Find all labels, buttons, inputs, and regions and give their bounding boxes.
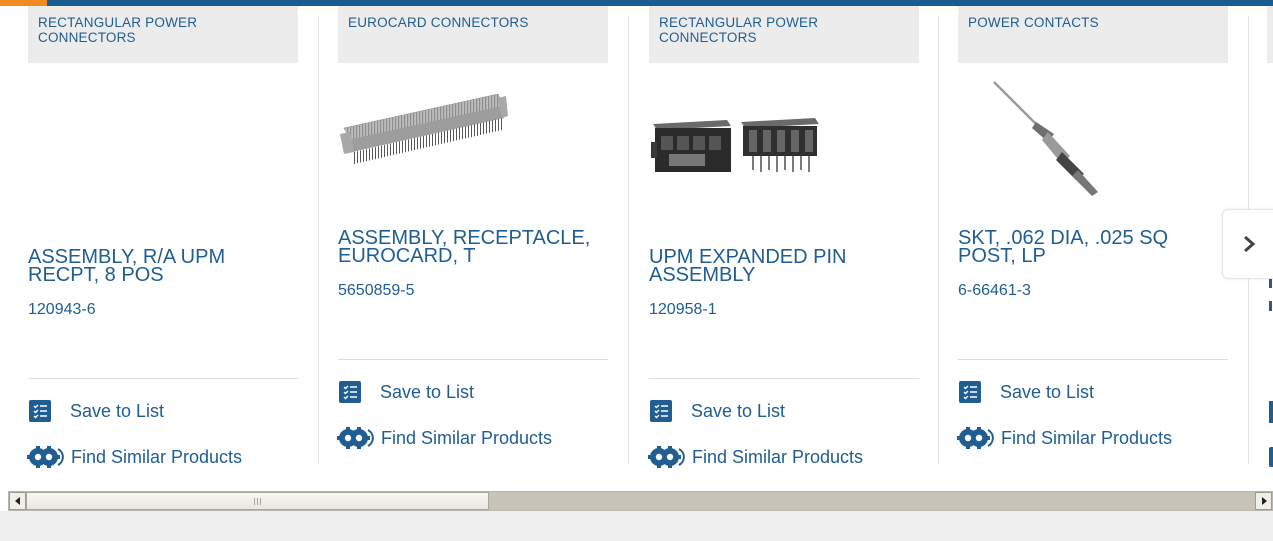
product-image[interactable]: [649, 76, 919, 196]
card-divider: [938, 16, 939, 464]
save-to-list-button[interactable]: Save to List: [649, 400, 785, 422]
product-card: RECTANGULAR POWER CONNECTORS UPM EXPANDE…: [648, 6, 919, 476]
save-to-list-button[interactable]: Save to List: [28, 400, 164, 422]
arrow-left-icon: [14, 497, 20, 505]
scrollbar-thumb[interactable]: [26, 492, 489, 510]
find-similar-button[interactable]: Find Similar Products: [27, 445, 243, 469]
product-carousel: RECTANGULAR POWER CONNECTORS ASSEMBLY, R…: [0, 6, 1273, 486]
checklist-icon: [29, 400, 51, 422]
gears-icon: [27, 446, 64, 468]
checklist-icon: [959, 381, 981, 403]
save-to-list-label: Save to List: [380, 381, 475, 402]
product-category[interactable]: POWER CONTACTS: [958, 6, 1228, 63]
product-image[interactable]: [338, 76, 608, 196]
product-category[interactable]: RECTANGULAR POWER CONNECTORS: [28, 6, 298, 63]
socket-contact-image: [993, 81, 1098, 196]
find-similar-button[interactable]: Find Similar Products: [957, 426, 1173, 450]
card-separator: [958, 359, 1228, 360]
card-divider: [318, 16, 319, 464]
product-title[interactable]: SKT, .062 DIA, .025 SQ POST, LP: [958, 228, 1228, 266]
eurocard-connector-image: [340, 93, 508, 164]
gears-icon: [337, 427, 374, 449]
scroll-right-button[interactable]: [1255, 492, 1272, 510]
find-similar-label: Find Similar Products: [381, 427, 553, 448]
product-category[interactable]: EUROCARD CONNECTORS: [338, 6, 608, 63]
product-image-placeholder: [28, 76, 298, 196]
save-to-list-label: Save to List: [1000, 381, 1095, 402]
product-card: RECTANGULAR POWER CONNECTORS ASSEMBLY, R…: [27, 6, 298, 476]
scrollbar-track[interactable]: [489, 492, 1255, 510]
product-category[interactable]: RECTANGULAR POWER CONNECTORS: [649, 6, 919, 63]
chevron-right-icon: [1243, 235, 1255, 253]
product-card: POWER CONTACTS SKT, .062 DIA, .025 SQ PO…: [957, 6, 1228, 476]
upm-connector-image: [651, 118, 819, 172]
scrollbar-grip: [254, 497, 261, 505]
carousel-next-button[interactable]: [1222, 209, 1273, 279]
card-separator: [649, 378, 919, 379]
part-number[interactable]: 120958-1: [649, 301, 717, 319]
part-number[interactable]: 6-66461-3: [958, 282, 1031, 300]
card-separator: [338, 359, 608, 360]
save-to-list-label: Save to List: [70, 400, 165, 421]
find-similar-label: Find Similar Products: [1001, 427, 1173, 448]
card-divider: [628, 16, 629, 464]
arrow-right-icon: [1261, 497, 1267, 505]
bottom-panel: [0, 511, 1273, 541]
save-to-list-button[interactable]: Save to List: [338, 381, 474, 403]
checklist-icon: [650, 400, 672, 422]
gears-icon: [648, 446, 685, 468]
gears-icon: [957, 427, 994, 449]
find-similar-button[interactable]: Find Similar Products: [648, 445, 864, 469]
save-to-list-button[interactable]: Save to List: [958, 381, 1094, 403]
product-title[interactable]: UPM EXPANDED PIN ASSEMBLY: [649, 247, 919, 285]
checklist-icon: [339, 381, 361, 403]
horizontal-scrollbar[interactable]: [8, 491, 1273, 511]
find-similar-label: Find Similar Products: [692, 446, 864, 467]
save-to-list-label: Save to List: [691, 400, 786, 421]
product-card: EUROCARD CONNECTORS ASSEMBLY, RECEPTACLE…: [337, 6, 608, 476]
find-similar-button[interactable]: Find Similar Products: [337, 426, 553, 450]
part-number[interactable]: 5650859-5: [338, 282, 415, 300]
product-title[interactable]: ASSEMBLY, R/A UPM RECPT, 8 POS: [28, 247, 298, 285]
product-title[interactable]: ASSEMBLY, RECEPTACLE, EUROCARD, T: [338, 228, 608, 266]
product-image[interactable]: [958, 76, 1228, 196]
scroll-left-button[interactable]: [9, 492, 26, 510]
card-separator: [28, 378, 298, 379]
part-number[interactable]: 120943-6: [28, 301, 96, 319]
find-similar-label: Find Similar Products: [71, 446, 243, 467]
